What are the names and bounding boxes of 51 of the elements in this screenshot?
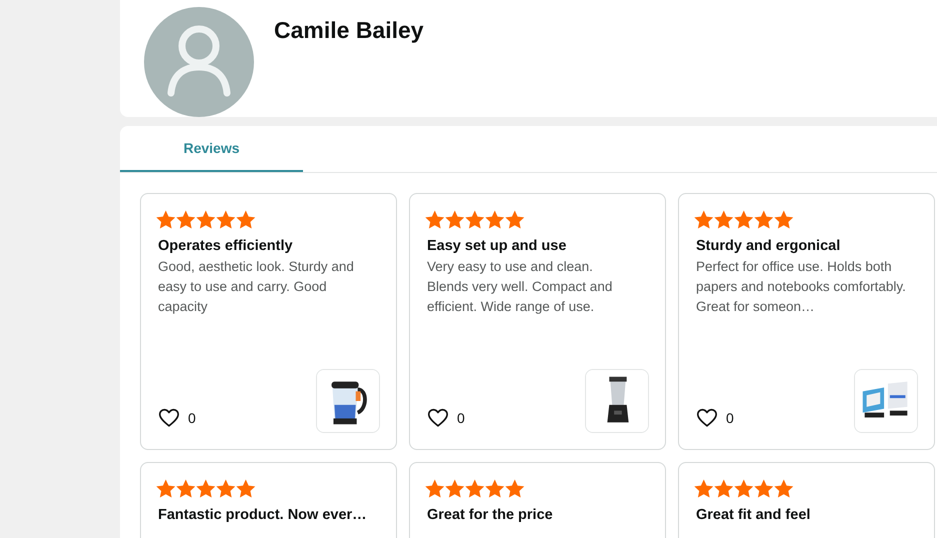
heart-icon (158, 407, 180, 429)
star-icon (694, 210, 714, 229)
star-icon (734, 479, 754, 498)
star-icon (485, 210, 505, 229)
like-button[interactable]: 0 (427, 407, 465, 429)
like-count: 0 (726, 410, 734, 426)
star-icon (465, 210, 485, 229)
heart-icon (696, 407, 718, 429)
star-icon (216, 479, 236, 498)
profile-name: Camile Bailey (274, 17, 424, 44)
star-icon (445, 210, 465, 229)
review-text: Perfect for office use. Holds both papers and notebooks comfortably. Great for someon… (696, 258, 907, 316)
like-button[interactable]: 0 (696, 407, 734, 429)
like-count: 0 (457, 410, 465, 426)
star-icon (156, 479, 176, 498)
review-title: Great for the price (427, 507, 554, 523)
review-title: Sturdy and ergonical (696, 238, 842, 254)
star-icon (694, 479, 714, 498)
star-icon (236, 479, 256, 498)
review-title: Operates efficiently (158, 238, 294, 254)
star-icon (774, 479, 794, 498)
tab[interactable]: Reviews (120, 126, 303, 172)
star-icon (754, 210, 774, 229)
star-icon (196, 479, 216, 498)
star-icon (774, 210, 794, 229)
review-text: Good, aesthetic look. Sturdy and easy to use and carry. Good capacity (158, 258, 355, 316)
review-title: Easy set up and use (427, 238, 568, 254)
review-text: Very easy to use and clean. Blends very well. Compact and efficient. Wide range of use. (427, 258, 614, 316)
star-icon (425, 210, 445, 229)
heart-icon (427, 407, 449, 429)
star-icon (156, 210, 176, 229)
star-icon (734, 210, 754, 229)
star-icon (176, 479, 196, 498)
star-icon (236, 210, 256, 229)
star-icon (505, 210, 525, 229)
star-icon (485, 479, 505, 498)
like-button[interactable]: 0 (158, 407, 196, 429)
star-icon (445, 479, 465, 498)
star-icon (714, 479, 734, 498)
like-count: 0 (188, 410, 196, 426)
star-icon (754, 479, 774, 498)
star-icon (196, 210, 216, 229)
star-icon (465, 479, 485, 498)
star-icon (425, 479, 445, 498)
review-title: Great fit and feel (696, 507, 812, 523)
star-icon (216, 210, 236, 229)
star-icon (714, 210, 734, 229)
review-title: Fantastic product. Now ever… (158, 507, 368, 523)
avatar-icon (144, 7, 254, 117)
star-icon (505, 479, 525, 498)
star-icon (176, 210, 196, 229)
